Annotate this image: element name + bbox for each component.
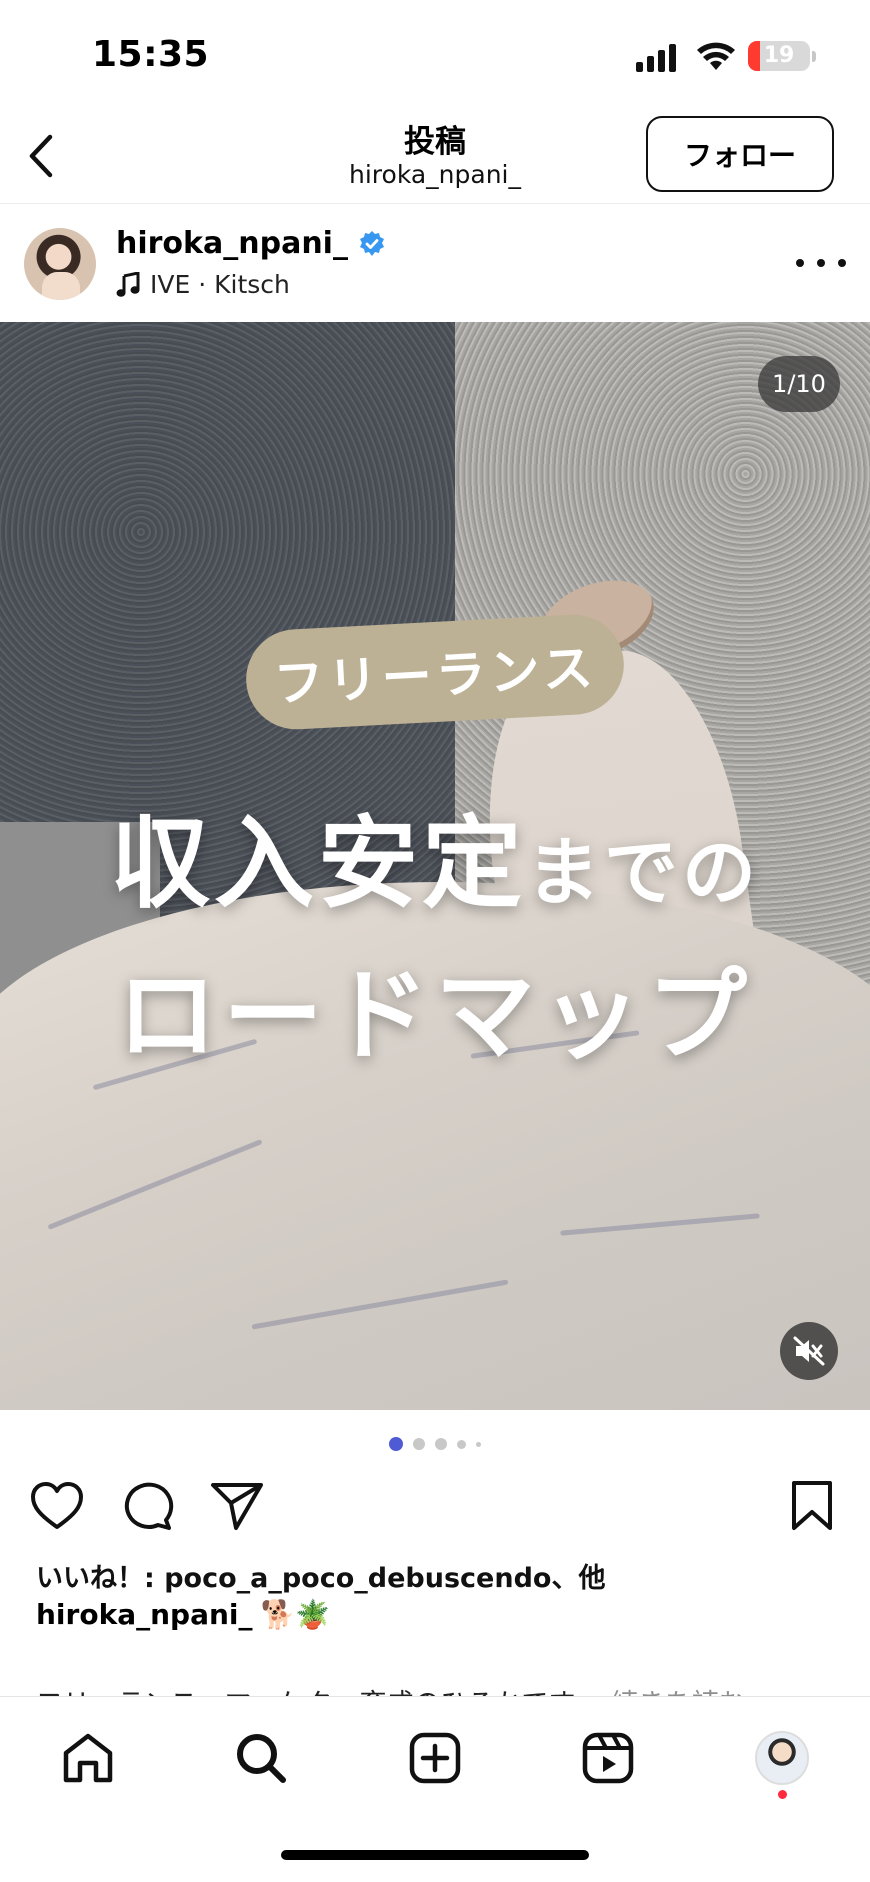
author-avatar[interactable] [24,228,96,300]
music-note-icon [116,271,140,297]
likes-user[interactable]: poco_a_poco_debuscendo [164,1563,551,1594]
like-button[interactable] [29,1478,85,1534]
overlay-tag-text: フリーランス [272,638,599,714]
caption-username[interactable]: hiroka_npani_ [36,1598,253,1631]
wifi-icon [697,42,735,70]
post-media[interactable]: 1/10 フリーランス 収入安定までの ロードマップ [0,322,870,1410]
caption-emoji: 🐕🪴 [260,1598,331,1631]
plus-square-icon [409,1732,461,1784]
tab-create[interactable] [400,1723,470,1793]
home-icon [63,1733,113,1783]
heart-icon [31,1482,83,1529]
carousel-dot [389,1437,403,1451]
bookmark-icon [792,1481,832,1530]
author-username[interactable]: hiroka_npani_ [116,226,348,261]
carousel-dot [476,1441,481,1447]
more-horizontal-icon [796,259,804,267]
tab-search[interactable] [226,1723,296,1793]
caption-header: hiroka_npani_ 🐕🪴 [36,1598,330,1631]
cellular-signal-icon [636,44,676,72]
carousel-dot [457,1439,466,1449]
status-bar: 15:35 19 [0,0,870,110]
nav-header: 投稿 hiroka_npani_ フォロー [0,110,870,204]
mute-button[interactable] [780,1322,838,1380]
username-row: hiroka_npani_ [116,226,386,261]
battery-indicator: 19 [748,41,810,71]
post-header: hiroka_npani_ IVE · Kitsch [0,204,870,322]
profile-avatar [755,1731,809,1785]
music-info[interactable]: IVE · Kitsch [116,270,290,299]
tab-reels[interactable] [573,1723,643,1793]
battery-cap [812,51,816,62]
save-button[interactable] [784,1478,840,1534]
speaker-muted-icon [793,1336,825,1366]
overlay-headline-line1: 収入安定までの [0,782,870,927]
overlay-headline-line2: ロードマップ [117,957,753,1074]
overlay-headline-big: 収入安定 [110,805,526,922]
status-time: 15:35 [92,34,210,75]
battery-percent: 19 [763,43,795,68]
search-icon [237,1734,286,1783]
carousel-dot [435,1438,447,1450]
follow-button[interactable]: フォロー [646,116,834,192]
notification-dot [778,1790,787,1799]
tab-home[interactable] [53,1723,123,1793]
reels-icon [582,1732,634,1784]
home-indicator [281,1850,589,1860]
share-button[interactable] [209,1478,265,1534]
likes-prefix: いいね！: [36,1563,165,1594]
comment-icon [124,1482,174,1530]
likes-suffix: 、他 [551,1563,606,1594]
send-icon [211,1483,263,1530]
overlay-headline-small: までの [526,830,760,916]
verified-badge-icon [359,230,384,256]
carousel-dots [0,1434,870,1454]
post-actions [0,1474,870,1536]
comment-button[interactable] [120,1478,176,1534]
likes-summary[interactable]: いいね！: poco_a_poco_debuscendo、他 [36,1556,605,1595]
tab-profile[interactable] [747,1723,817,1793]
more-options-button[interactable] [796,248,846,278]
carousel-counter: 1/10 [758,356,840,412]
music-title: IVE · Kitsch [150,270,290,299]
carousel-dot [413,1438,425,1450]
